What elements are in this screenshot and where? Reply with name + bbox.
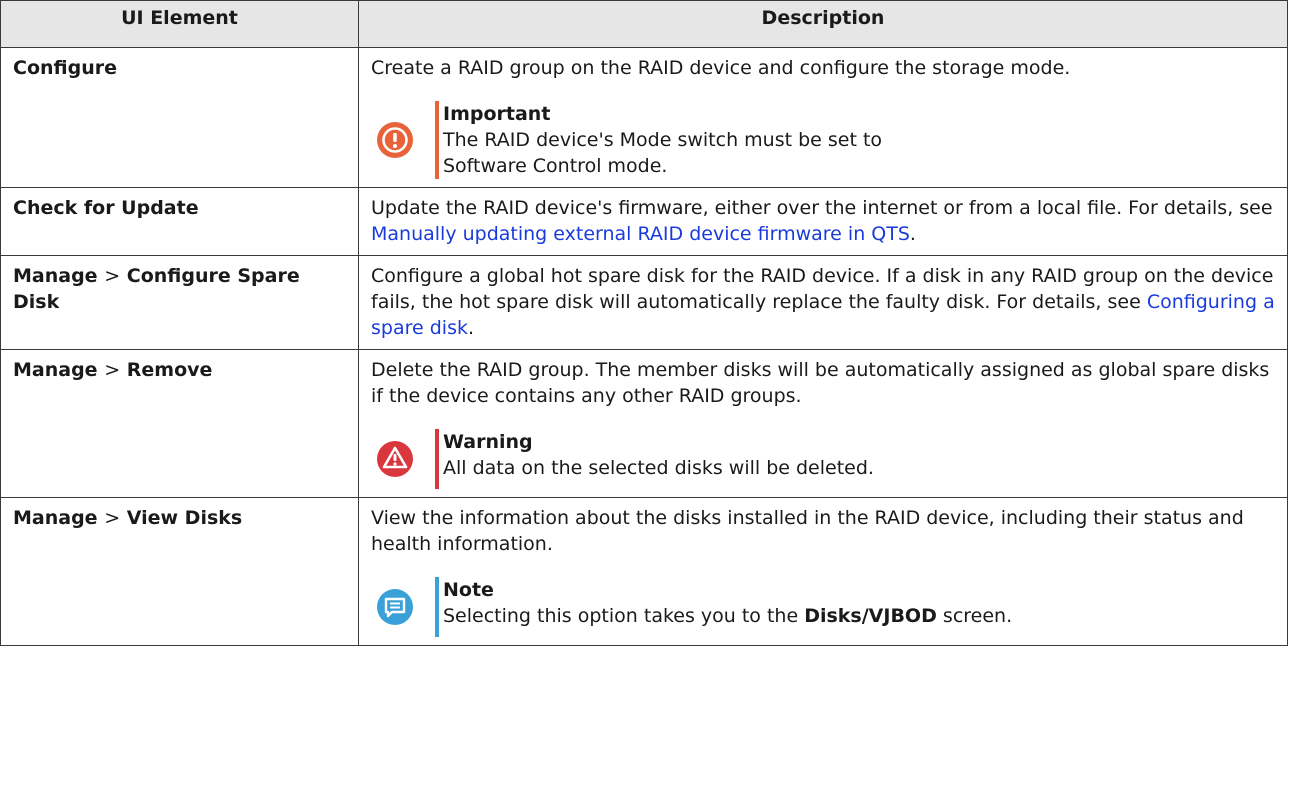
callout-bar	[435, 577, 439, 637]
callout-text: All data on the selected disks will be d…	[443, 457, 874, 479]
description-text: Delete the RAID group. The member disks …	[371, 359, 1270, 407]
note-speech-icon	[375, 587, 415, 627]
element-name: Check for Update	[13, 197, 199, 219]
header-ui-element: UI Element	[0, 0, 359, 48]
description-cell: Delete the RAID group. The member disks …	[358, 349, 1288, 498]
element-name: Configure	[13, 57, 117, 79]
table-row: Manage > Configure Spare Disk Configure …	[0, 255, 1288, 350]
description-cell: View the information about the disks ins…	[358, 497, 1288, 646]
important-callout: Important The RAID device's Mode switch …	[371, 101, 1275, 179]
description-cell: Update the RAID device's firmware, eithe…	[358, 187, 1288, 256]
table-header-row: UI Element Description	[0, 0, 1288, 48]
path-separator: >	[104, 359, 121, 381]
element-name-manage: Manage	[13, 265, 98, 287]
element-name-sub: View Disks	[126, 507, 243, 529]
disks-vjbod-label: Disks/VJBOD	[804, 605, 937, 627]
callout-title: Warning	[443, 431, 533, 453]
table-row: Configure Create a RAID group on the RAI…	[0, 47, 1288, 188]
description-pre: Update the RAID device's firmware, eithe…	[371, 197, 1273, 219]
callout-text: The RAID device's Mode switch must be se…	[443, 129, 883, 177]
element-name-manage: Manage	[13, 359, 98, 381]
ui-element-table: UI Element Description Configure Create …	[0, 0, 1288, 646]
path-separator: >	[104, 507, 121, 529]
description-text: Create a RAID group on the RAID device a…	[371, 57, 1071, 79]
callout-bar	[435, 429, 439, 489]
header-description: Description	[358, 0, 1288, 48]
ui-element-cell: Manage > Remove	[0, 349, 359, 498]
callout-title: Important	[443, 103, 551, 125]
description-cell: Create a RAID group on the RAID device a…	[358, 47, 1288, 188]
description-pre: Configure a global hot spare disk for th…	[371, 265, 1274, 313]
description-text: Update the RAID device's firmware, eithe…	[371, 195, 1275, 247]
ui-element-cell: Check for Update	[0, 187, 359, 256]
element-name-sub: Remove	[126, 359, 213, 381]
callout-bar	[435, 101, 439, 179]
path-separator: >	[104, 265, 121, 287]
exclamation-circle-icon	[375, 120, 415, 160]
description-cell: Configure a global hot spare disk for th…	[358, 255, 1288, 350]
callout-text-pre: Selecting this option takes you to the	[443, 605, 805, 627]
description-post: .	[467, 317, 475, 339]
element-name-manage: Manage	[13, 507, 98, 529]
description-post: .	[909, 223, 916, 245]
table-row: Manage > View Disks View the information…	[0, 497, 1288, 646]
table-row: Check for Update Update the RAID device'…	[0, 187, 1288, 256]
warning-callout: Warning All data on the selected disks w…	[371, 429, 1275, 489]
ui-element-cell: Manage > Configure Spare Disk	[0, 255, 359, 350]
ui-element-cell: Configure	[0, 47, 359, 188]
callout-text-post: screen.	[936, 605, 1013, 627]
firmware-update-link[interactable]: Manually updating external RAID device f…	[371, 223, 910, 245]
callout-title: Note	[443, 579, 494, 601]
ui-element-cell: Manage > View Disks	[0, 497, 359, 646]
description-text: Configure a global hot spare disk for th…	[371, 263, 1275, 341]
callout-text: Selecting this option takes you to the D…	[443, 603, 1275, 629]
warning-triangle-icon	[375, 439, 415, 479]
note-callout: Note Selecting this option takes you to …	[371, 577, 1275, 637]
table-row: Manage > Remove Delete the RAID group. T…	[0, 349, 1288, 498]
description-text: View the information about the disks ins…	[371, 507, 1244, 555]
